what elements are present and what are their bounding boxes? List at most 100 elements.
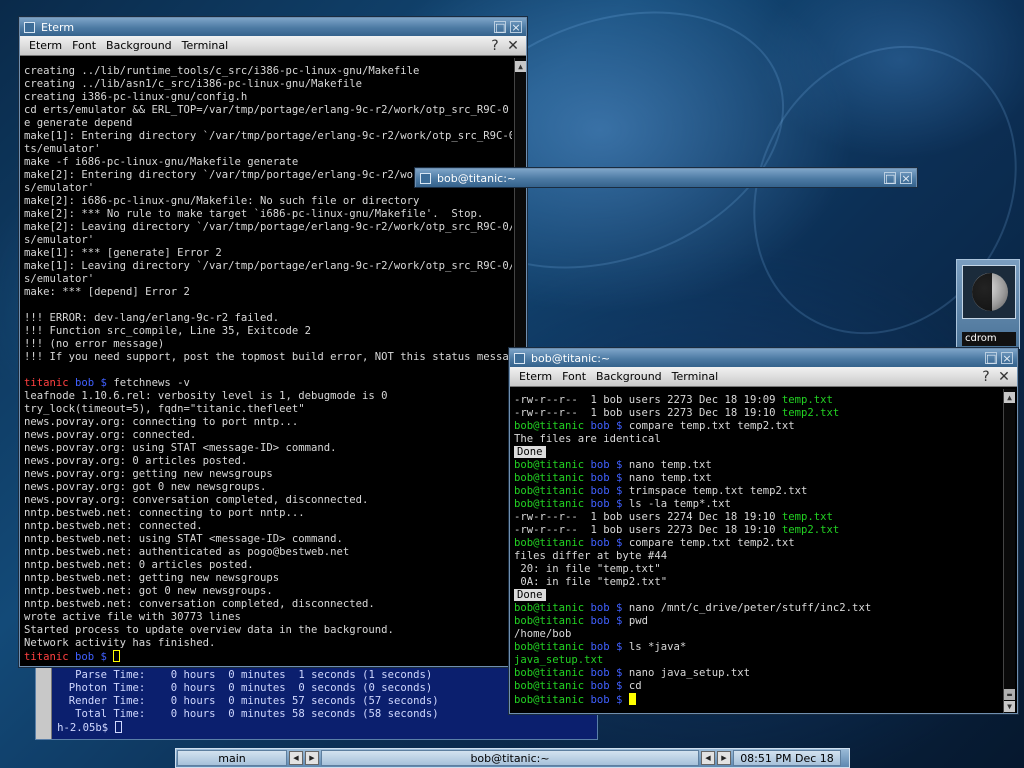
desktop-button-main[interactable]: main <box>177 750 287 766</box>
terminal-text: !!! Function src_compile, Line 35, Exitc… <box>24 325 312 337</box>
terminal-line: news.povray.org: 0 articles posted. <box>24 455 512 468</box>
close-icon[interactable]: × <box>510 21 522 33</box>
terminal-text: s/emulator' <box>24 182 95 194</box>
close-icon[interactable]: × <box>1001 352 1013 364</box>
close-icon[interactable]: × <box>900 172 912 184</box>
scroll-up-icon[interactable]: ▲ <box>515 61 526 72</box>
terminal-text: java_setup.txt <box>514 654 604 666</box>
terminal-line: bob@titanic bob $ ls -la temp*.txt <box>514 498 998 511</box>
cdrom-label[interactable]: cdrom <box>962 332 1016 346</box>
terminal-text: try_lock(timeout=5), fqdn="titanic.thefl… <box>24 403 305 415</box>
terminal-line: nntp.bestweb.net: got 0 new newsgroups. <box>24 585 512 598</box>
taskbar: main ◀ ▶ bob@titanic:~ ◀ ▶ 08:51 PM Dec … <box>175 748 850 768</box>
menu-background[interactable]: Background <box>101 39 177 52</box>
terminal-line: Network activity has finished. <box>24 637 512 650</box>
terminal-text: titanic <box>24 377 69 389</box>
terminal-line: nntp.bestweb.net: using STAT <message-ID… <box>24 533 512 546</box>
cdrom-dockapp[interactable]: cdrom <box>956 259 1020 349</box>
menu-font[interactable]: Font <box>557 370 591 383</box>
terminal-line: s/emulator' <box>24 273 512 286</box>
terminal-line: bob@titanic bob $ <box>514 693 998 707</box>
window-menu-icon[interactable] <box>24 21 35 33</box>
menu-background[interactable]: Background <box>591 370 667 383</box>
menu-eterm[interactable]: Eterm <box>24 39 67 52</box>
menu-terminal[interactable]: Terminal <box>177 39 234 52</box>
terminal-text: news.povray.org: conversation completed,… <box>24 494 369 506</box>
terminal-line: bob@titanic bob $ nano temp.txt <box>514 459 998 472</box>
terminal-text: bob $ <box>584 537 623 549</box>
menu-terminal[interactable]: Terminal <box>667 370 724 383</box>
terminal-line: make[2]: i686-pc-linux-gnu/Makefile: No … <box>24 195 512 208</box>
maximize-icon[interactable]: □ <box>494 21 506 33</box>
eterm-terminal-output[interactable]: creating ../lib/runtime_tools/c_src/i386… <box>24 65 512 665</box>
terminal-line: news.povray.org: using STAT <message-ID>… <box>24 442 512 455</box>
terminal-text: news.povray.org: getting new newsgroups <box>24 468 273 480</box>
maximize-icon[interactable]: □ <box>884 172 896 184</box>
shaded-titlebar[interactable]: bob@titanic:~ □ × <box>416 169 916 187</box>
terminal-text: nntp.bestweb.net: using STAT <message-ID… <box>24 533 343 545</box>
close-icon[interactable]: ✕ <box>504 38 522 54</box>
window-menu-icon[interactable] <box>420 172 431 184</box>
bob-titlebar[interactable]: bob@titanic:~ □ × <box>510 349 1017 367</box>
next-task-icon[interactable]: ▶ <box>717 751 731 765</box>
eterm-window[interactable]: Eterm □ × Eterm Font Background Terminal… <box>19 17 527 667</box>
help-icon[interactable]: ? <box>977 369 995 385</box>
terminal-line: bob@titanic bob $ compare temp.txt temp2… <box>514 537 998 550</box>
taskbar-task-bob-titanic[interactable]: bob@titanic:~ <box>321 750 699 766</box>
text-cursor <box>114 721 122 733</box>
terminal-text: nntp.bestweb.net: connecting to port nnt… <box>24 507 305 519</box>
terminal-text: nano java_setup.txt <box>622 667 751 679</box>
terminal-text: bob <box>68 651 101 663</box>
taskbar-clock: 08:51 PM Dec 18 <box>733 750 841 766</box>
terminal-text: nntp.bestweb.net: getting new newsgroups <box>24 572 280 584</box>
terminal-text: make[1]: *** [generate] Error 2 <box>24 247 222 259</box>
terminal-line: creating ../lib/runtime_tools/c_src/i386… <box>24 65 512 78</box>
done-label: Done <box>514 446 546 458</box>
bob-terminal-window[interactable]: bob@titanic:~ □ × Eterm Font Background … <box>509 348 1018 714</box>
terminal-line: make[1]: Entering directory `/var/tmp/po… <box>24 130 512 143</box>
terminal-text: bob@titanic <box>514 641 585 653</box>
menu-font[interactable]: Font <box>67 39 101 52</box>
window-menu-icon[interactable] <box>514 352 525 364</box>
bob-terminal-output[interactable]: -rw-r--r-- 1 bob users 2273 Dec 18 19:09… <box>514 394 998 712</box>
terminal-line: nntp.bestweb.net: connected. <box>24 520 512 533</box>
terminal-line: 20: in file "temp.txt" <box>514 563 998 576</box>
close-icon[interactable]: ✕ <box>995 369 1013 385</box>
terminal-text: bob $ <box>584 485 623 497</box>
previous-task-icon[interactable]: ◀ <box>701 751 715 765</box>
help-icon[interactable]: ? <box>486 38 504 54</box>
terminal-text: -rw-r--r-- 1 bob users 2273 Dec 18 19:09 <box>514 394 782 406</box>
terminal-line: nntp.bestweb.net: getting new newsgroups <box>24 572 512 585</box>
menu-eterm[interactable]: Eterm <box>514 370 557 383</box>
bob-scrollbar[interactable]: ▲ ▬ ▼ <box>1003 389 1015 713</box>
next-desktop-icon[interactable]: ▶ <box>305 751 319 765</box>
terminal-line: s/emulator' <box>24 234 512 247</box>
terminal-line: files differ at byte #44 <box>514 550 998 563</box>
terminal-line: !!! If you need support, post the topmos… <box>24 351 512 364</box>
terminal-text: make[1]: Entering directory `/var/tmp/po… <box>24 130 512 142</box>
scroll-up-icon[interactable]: ▲ <box>1004 392 1015 403</box>
terminal-text: bob@titanic <box>514 485 585 497</box>
terminal-text: bob@titanic <box>514 694 585 706</box>
moon-phase-display <box>962 265 1016 319</box>
maximize-icon[interactable]: □ <box>985 352 997 364</box>
scroll-down-icon[interactable]: ▼ <box>1004 701 1015 712</box>
scroll-thumb[interactable]: ▬ <box>1004 689 1015 700</box>
terminal-text: !!! If you need support, post the topmos… <box>24 351 512 363</box>
terminal-text: news.povray.org: connecting to port nntp… <box>24 416 299 428</box>
terminal-text: bob $ <box>584 680 623 692</box>
terminal-line: bob@titanic bob $ pwd <box>514 615 998 628</box>
terminal-text: make -f i686-pc-linux-gnu/Makefile gener… <box>24 156 299 168</box>
terminal-text: s/emulator' <box>24 273 95 285</box>
terminal-text: bob@titanic <box>514 615 585 627</box>
window-title: bob@titanic:~ <box>437 171 517 185</box>
shaded-terminal-window[interactable]: bob@titanic:~ □ × <box>415 168 917 187</box>
terminal-text: temp2.txt <box>781 524 840 536</box>
terminal-text: !!! ERROR: dev-lang/erlang-9c-r2 failed. <box>24 312 280 324</box>
terminal-text: creating i386-pc-linux-gnu/config.h <box>24 91 248 103</box>
terminal-text: nntp.bestweb.net: authenticated as pogo@… <box>24 546 350 558</box>
eterm-titlebar[interactable]: Eterm □ × <box>20 18 526 36</box>
terminal-line: bob@titanic bob $ ls *java* <box>514 641 998 654</box>
previous-desktop-icon[interactable]: ◀ <box>289 751 303 765</box>
